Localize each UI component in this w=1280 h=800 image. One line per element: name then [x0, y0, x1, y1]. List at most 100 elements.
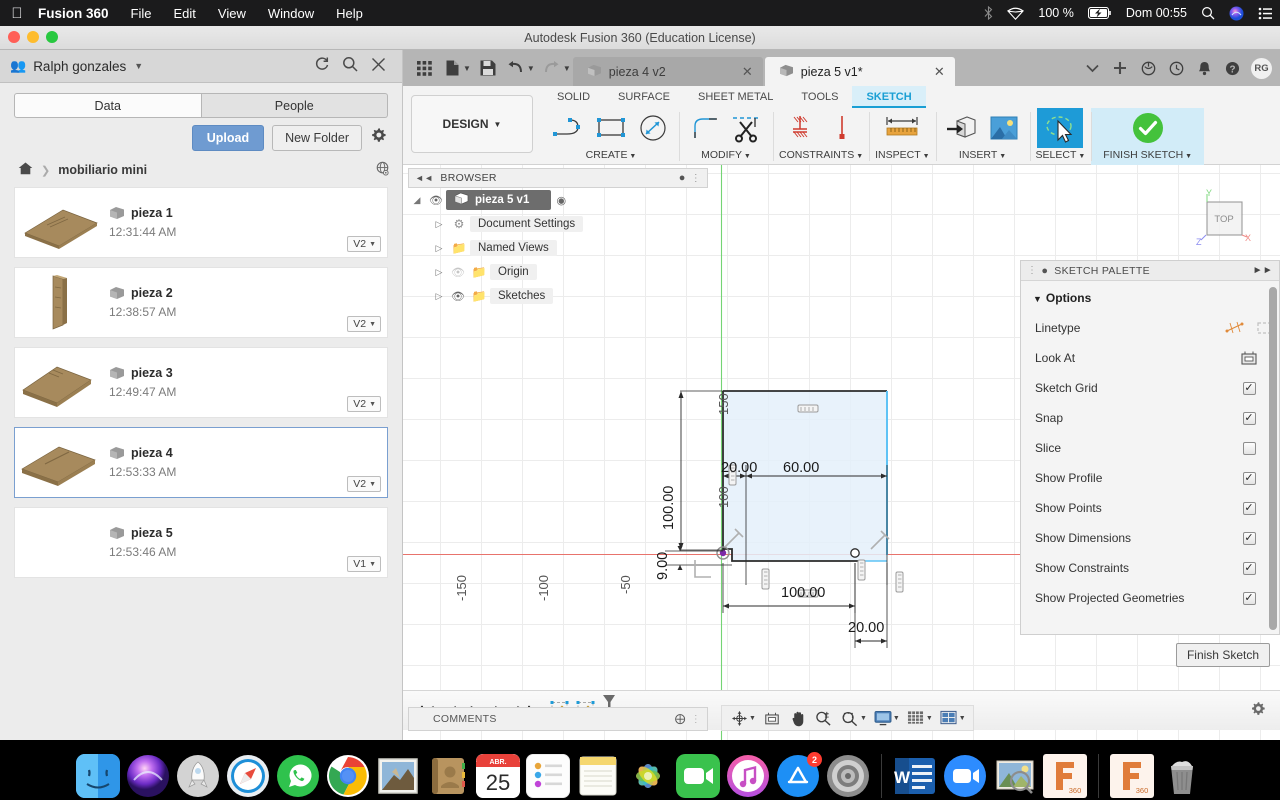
close-icon[interactable]: ✕ — [728, 64, 753, 80]
dock-item-zoom[interactable] — [943, 754, 987, 798]
expand-triangle-icon[interactable]: ▷ — [430, 219, 448, 230]
control-center-icon[interactable] — [1251, 7, 1280, 20]
notifications-bell-icon[interactable] — [1191, 55, 1217, 81]
menu-item-edit[interactable]: Edit — [162, 6, 206, 21]
list-item[interactable]: pieza 3 12:49:47 AM V2 ▼ — [14, 347, 388, 418]
dock-item-notes[interactable] — [576, 754, 620, 798]
zoom-icon[interactable] — [811, 707, 837, 729]
chevron-down-icon[interactable]: ▼ — [959, 715, 966, 722]
pan-hand-icon[interactable] — [785, 707, 811, 729]
eye-icon[interactable]: 👁 — [448, 290, 468, 303]
scrollbar-thumb[interactable] — [1269, 287, 1277, 630]
upload-button[interactable]: Upload — [191, 125, 265, 151]
insert-canvas-image-icon[interactable] — [984, 109, 1024, 147]
grip-icon[interactable]: ⋮ — [691, 714, 701, 725]
menu-item-fusion360[interactable]: Fusion 360 — [34, 6, 120, 21]
look-at-icon[interactable] — [759, 707, 785, 729]
version-dropdown[interactable]: V1 ▼ — [347, 556, 381, 572]
document-tab-pieza4[interactable]: pieza 4 v2 ✕ — [572, 57, 763, 86]
redo-icon[interactable] — [539, 55, 565, 81]
document-tab-pieza5[interactable]: pieza 5 v1* ✕ — [764, 57, 955, 86]
gear-icon[interactable] — [370, 127, 390, 149]
menu-item-view[interactable]: View — [207, 6, 257, 21]
menu-item-file[interactable]: File — [120, 6, 163, 21]
spotlight-search-icon[interactable] — [1194, 6, 1222, 20]
ribbon-group-insert-label[interactable]: INSERT ▼ — [959, 148, 1006, 164]
circle-icon[interactable] — [633, 109, 673, 147]
expand-triangle-icon[interactable]: ▷ — [430, 267, 448, 278]
bluetooth-icon[interactable] — [977, 6, 1000, 20]
help-icon[interactable]: ? — [1219, 55, 1245, 81]
apple-logo-icon[interactable]:  — [0, 6, 34, 21]
dock-item-trash[interactable] — [1160, 754, 1204, 798]
tab-surface[interactable]: SURFACE — [604, 86, 684, 108]
dock-item-launchpad[interactable] — [176, 754, 220, 798]
chevron-down-icon[interactable]: ▼ — [749, 715, 756, 722]
close-icon[interactable] — [364, 57, 392, 76]
refresh-icon[interactable] — [308, 56, 336, 76]
globe-icon[interactable] — [375, 161, 390, 179]
version-dropdown[interactable]: V2 ▼ — [347, 396, 381, 412]
coincident-constraint-icon[interactable] — [822, 109, 862, 147]
view-cube[interactable]: TOP Y X Z — [1185, 185, 1251, 247]
sketch-canvas[interactable]: 150 100 -150 -100 -50 100.00 9.00 20.00 … — [403, 165, 1280, 740]
battery-charging-icon[interactable] — [1081, 7, 1119, 19]
browser-node-sketches[interactable]: ▷ 👁 📁 Sketches — [408, 284, 708, 308]
list-item[interactable]: pieza 1 12:31:44 AM V2 ▼ — [14, 187, 388, 258]
ribbon-group-modify-label[interactable]: MODIFY ▼ — [701, 148, 751, 164]
list-item-selected[interactable]: pieza 4 12:53:33 AM V2 ▼ — [14, 427, 388, 498]
extensions-icon[interactable] — [1135, 55, 1161, 81]
chevron-down-icon[interactable]: ▼ — [134, 61, 143, 71]
activate-component-icon[interactable]: ◉ — [551, 194, 571, 207]
tab-sheet-metal[interactable]: SHEET METAL — [684, 86, 787, 108]
maximize-window-button[interactable] — [46, 31, 58, 43]
expand-triangle-icon[interactable]: ▷ — [430, 291, 448, 302]
fillet-icon[interactable] — [685, 109, 725, 147]
dock-item-word[interactable]: W — [893, 754, 937, 798]
siri-icon[interactable] — [1222, 6, 1251, 21]
dock-item-safari[interactable] — [226, 754, 270, 798]
minimize-window-button[interactable] — [27, 31, 39, 43]
search-icon[interactable] — [336, 56, 364, 76]
dock-item-fusion360-alt[interactable]: 360 — [1110, 754, 1154, 798]
list-item[interactable]: pieza 2 12:38:57 AM V2 ▼ — [14, 267, 388, 338]
version-dropdown[interactable]: V2 ▼ — [347, 236, 381, 252]
chevron-down-icon[interactable]: ▼ — [527, 64, 535, 73]
eye-icon[interactable]: 👁 — [426, 194, 446, 207]
tab-solid[interactable]: SOLID — [543, 86, 604, 108]
horizontal-vertical-constraint-icon[interactable] — [780, 109, 820, 147]
minimize-icon[interactable]: ● — [679, 172, 686, 184]
chevron-down-icon[interactable]: ▼ — [563, 64, 571, 73]
expand-triangle-icon[interactable]: ◢ — [408, 195, 426, 206]
dock-item-appstore[interactable]: 2 — [776, 752, 822, 798]
ribbon-group-constraints-label[interactable]: CONSTRAINTS ▼ — [779, 148, 863, 164]
expand-triangle-icon[interactable]: ▷ — [430, 243, 448, 254]
measure-icon[interactable] — [882, 109, 922, 147]
browser-node-named-views[interactable]: ▷ 📁 Named Views — [408, 236, 708, 260]
tab-tools[interactable]: TOOLS — [787, 86, 852, 108]
menu-clock[interactable]: Dom 00:55 — [1119, 6, 1194, 20]
rectangle-icon[interactable] — [591, 109, 631, 147]
grid-icon[interactable] — [411, 55, 437, 81]
browser-node-document-settings[interactable]: ▷ ⚙ Document Settings — [408, 212, 708, 236]
avatar[interactable]: RG — [1251, 57, 1272, 79]
expand-right-icon[interactable]: ►► — [1253, 265, 1273, 276]
dock-item-itunes[interactable] — [726, 754, 770, 798]
chevron-down-icon[interactable] — [1079, 55, 1105, 81]
ribbon-group-select-label[interactable]: SELECT ▼ — [1036, 148, 1086, 164]
job-status-clock-icon[interactable] — [1163, 55, 1189, 81]
dock-item-mail[interactable] — [376, 754, 420, 798]
insert-derive-icon[interactable] — [942, 109, 982, 147]
workspace-switcher-button[interactable]: DESIGN ▼ — [411, 95, 533, 153]
dock-item-chrome[interactable] — [326, 754, 370, 798]
collapse-left-icon[interactable]: ◄◄ — [415, 173, 433, 183]
eye-off-icon[interactable]: 👁 — [448, 266, 468, 279]
dock-item-contacts[interactable] — [426, 754, 470, 798]
undo-icon[interactable] — [503, 55, 529, 81]
chevron-down-icon[interactable]: ▼ — [463, 64, 471, 73]
tab-people[interactable]: People — [201, 93, 388, 118]
grip-icon[interactable]: ⋮ — [691, 173, 701, 184]
grip-icon[interactable]: ⋮ — [1027, 265, 1037, 276]
version-dropdown[interactable]: V2 ▼ — [347, 476, 381, 492]
wifi-icon[interactable] — [1000, 7, 1031, 20]
